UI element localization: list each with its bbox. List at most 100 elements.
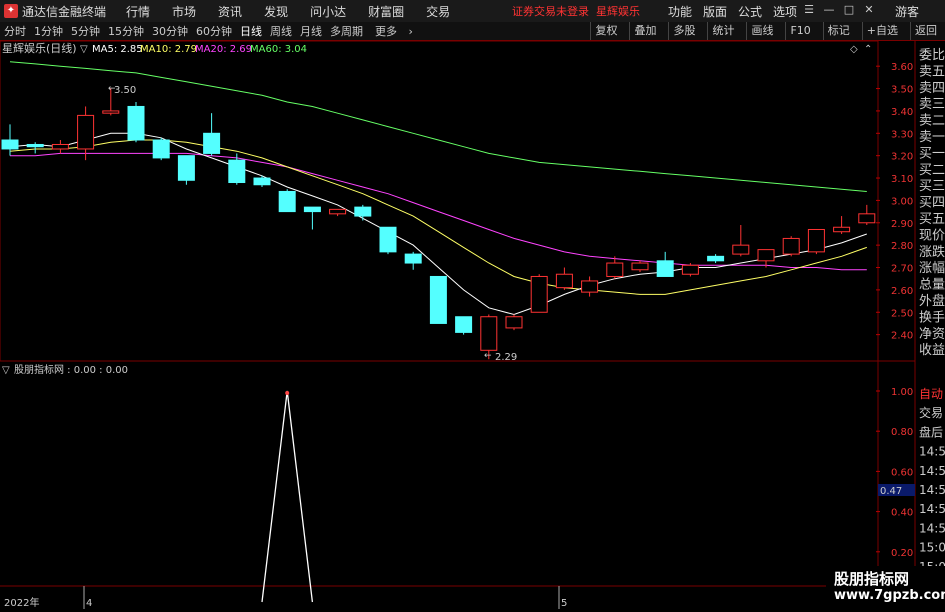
minimize-icon[interactable]: — — [822, 3, 836, 17]
menu-item-discover[interactable]: 发现 — [264, 3, 288, 20]
candle[interactable] — [329, 208, 347, 217]
side-panel-item[interactable]: 买三 — [919, 179, 945, 194]
side-panel-item[interactable]: 总量 — [919, 278, 945, 293]
period-tab-weekly[interactable]: 周线 — [270, 23, 292, 39]
side-panel-item[interactable]: 净资 — [919, 327, 945, 342]
side-panel-lower-item[interactable]: 交易 — [919, 405, 943, 420]
side-panel-item[interactable]: 卖五 — [919, 64, 945, 79]
period-tab-5min[interactable]: 5分钟 — [71, 23, 100, 39]
menu-item-formula[interactable]: 公式 — [738, 3, 762, 20]
guest-label[interactable]: 游客 — [895, 3, 919, 20]
menu-item-options[interactable]: 选项 — [773, 3, 797, 20]
candle[interactable] — [681, 263, 699, 277]
side-panel-lower-item[interactable]: 15:00 — [919, 541, 945, 555]
candle[interactable] — [656, 251, 674, 277]
candle[interactable] — [228, 153, 246, 185]
menu-item-layout[interactable]: 版面 — [703, 3, 727, 20]
trade-login-notice[interactable]: 证券交易未登录 星辉娱乐 — [512, 3, 640, 19]
candle[interactable] — [530, 274, 548, 313]
candle[interactable] — [858, 204, 876, 226]
candle[interactable] — [203, 113, 221, 156]
side-panel-item[interactable]: 外盘 — [919, 293, 945, 309]
candle[interactable] — [807, 228, 825, 255]
candle[interactable] — [77, 106, 95, 161]
side-panel-lower-item[interactable]: 14:56 — [919, 445, 945, 459]
side-panel-item[interactable]: 卖二 — [919, 114, 945, 129]
side-panel-item[interactable]: 委比 — [919, 48, 945, 63]
candle[interactable] — [253, 175, 271, 187]
period-tab-60min[interactable]: 60分钟 — [196, 23, 232, 39]
candle[interactable] — [51, 140, 69, 154]
period-tab-15min[interactable]: 15分钟 — [108, 23, 144, 39]
menu-item-quotes[interactable]: 行情 — [126, 3, 150, 20]
candle[interactable] — [732, 225, 750, 257]
maximize-icon[interactable]: □ — [842, 3, 856, 17]
candle[interactable] — [303, 206, 321, 230]
chevron-down-icon[interactable]: ▽ — [2, 365, 10, 376]
mark-button[interactable]: 标记 — [822, 22, 854, 40]
add-watchlist-button[interactable]: +自选 — [861, 22, 902, 40]
candle[interactable] — [631, 260, 649, 272]
side-panel-item[interactable]: 卖三 — [919, 97, 945, 112]
diamond-icon[interactable]: ◇ — [850, 44, 858, 55]
collapse-icon[interactable]: ⌃ — [864, 44, 872, 55]
menu-item-wealth[interactable]: 财富圈 — [368, 3, 404, 20]
period-tab-timeshare[interactable]: 分时 — [4, 23, 26, 39]
candle[interactable] — [782, 236, 800, 257]
candle[interactable] — [429, 275, 447, 324]
multi-stock-button[interactable]: 多股 — [668, 22, 699, 40]
side-panel-item[interactable]: 买二 — [919, 163, 945, 178]
side-panel-item[interactable]: 收益 — [919, 343, 945, 358]
side-panel-lower-item[interactable]: 14:57 — [919, 502, 945, 516]
candle[interactable] — [404, 251, 422, 270]
period-tab-monthly[interactable]: 月线 — [300, 23, 322, 39]
candle[interactable] — [379, 226, 397, 255]
side-panel-item[interactable]: 卖一 — [919, 130, 945, 145]
restore-rights-button[interactable]: 复权 — [590, 22, 621, 40]
candle[interactable] — [177, 155, 195, 185]
menu-icon[interactable]: ☰ — [802, 3, 816, 17]
statistics-button[interactable]: 统计 — [707, 22, 738, 40]
side-panel-item[interactable]: 现价 — [919, 228, 945, 243]
side-panel-item[interactable]: 买四 — [919, 196, 945, 211]
close-icon[interactable]: ✕ — [862, 3, 876, 17]
candle[interactable] — [278, 189, 296, 213]
side-panel-item[interactable]: 买一 — [919, 146, 945, 161]
side-panel-item[interactable]: 涨幅 — [919, 261, 945, 276]
candle[interactable] — [833, 216, 851, 234]
side-panel-lower-item[interactable]: 14:56 — [919, 483, 945, 497]
period-tab-multi[interactable]: 多周期 — [330, 23, 363, 39]
candle[interactable] — [127, 101, 145, 143]
period-tab-30min[interactable]: 30分钟 — [152, 23, 188, 39]
period-tab-1min[interactable]: 1分钟 — [34, 23, 63, 39]
side-panel-item[interactable]: 换手 — [919, 310, 945, 325]
candle[interactable] — [26, 142, 44, 154]
menu-item-trade[interactable]: 交易 — [426, 3, 450, 20]
candle[interactable] — [581, 276, 599, 297]
period-tab-daily[interactable]: 日线 — [240, 23, 262, 39]
candle[interactable] — [707, 254, 725, 264]
side-panel-lower-item[interactable]: 盘后 — [919, 424, 943, 439]
draw-line-button[interactable]: 画线 — [746, 22, 777, 40]
candle[interactable] — [505, 314, 523, 331]
side-panel-item[interactable]: 买五 — [919, 212, 945, 227]
menu-item-market[interactable]: 市场 — [172, 3, 196, 20]
side-panel-item[interactable]: 卖四 — [919, 81, 945, 96]
menu-item-function[interactable]: 功能 — [668, 3, 692, 20]
side-panel-lower-item[interactable]: 14:56 — [919, 464, 945, 478]
side-panel-lower-item[interactable]: 14:57 — [919, 521, 945, 535]
chart-svg[interactable]: 星辉娱乐(日线) ▽ MA5: 2.85 MA10: 2.79 MA20: 2.… — [0, 40, 945, 612]
side-panel-lower-item[interactable]: 自动 — [919, 387, 943, 401]
period-tab-more[interactable]: 更多 › — [371, 23, 417, 39]
candle[interactable] — [555, 267, 573, 290]
overlay-button[interactable]: 叠加 — [629, 22, 660, 40]
back-button[interactable]: 返回 — [910, 22, 941, 40]
candle[interactable] — [455, 316, 473, 335]
candle[interactable] — [354, 204, 372, 221]
chevron-down-icon[interactable]: ▽ — [80, 44, 88, 55]
f10-button[interactable]: F10 — [785, 22, 814, 40]
candle[interactable] — [606, 256, 624, 279]
candle[interactable] — [152, 137, 170, 161]
menu-item-ask[interactable]: 问小达 — [310, 3, 346, 20]
menu-item-news[interactable]: 资讯 — [218, 3, 242, 20]
